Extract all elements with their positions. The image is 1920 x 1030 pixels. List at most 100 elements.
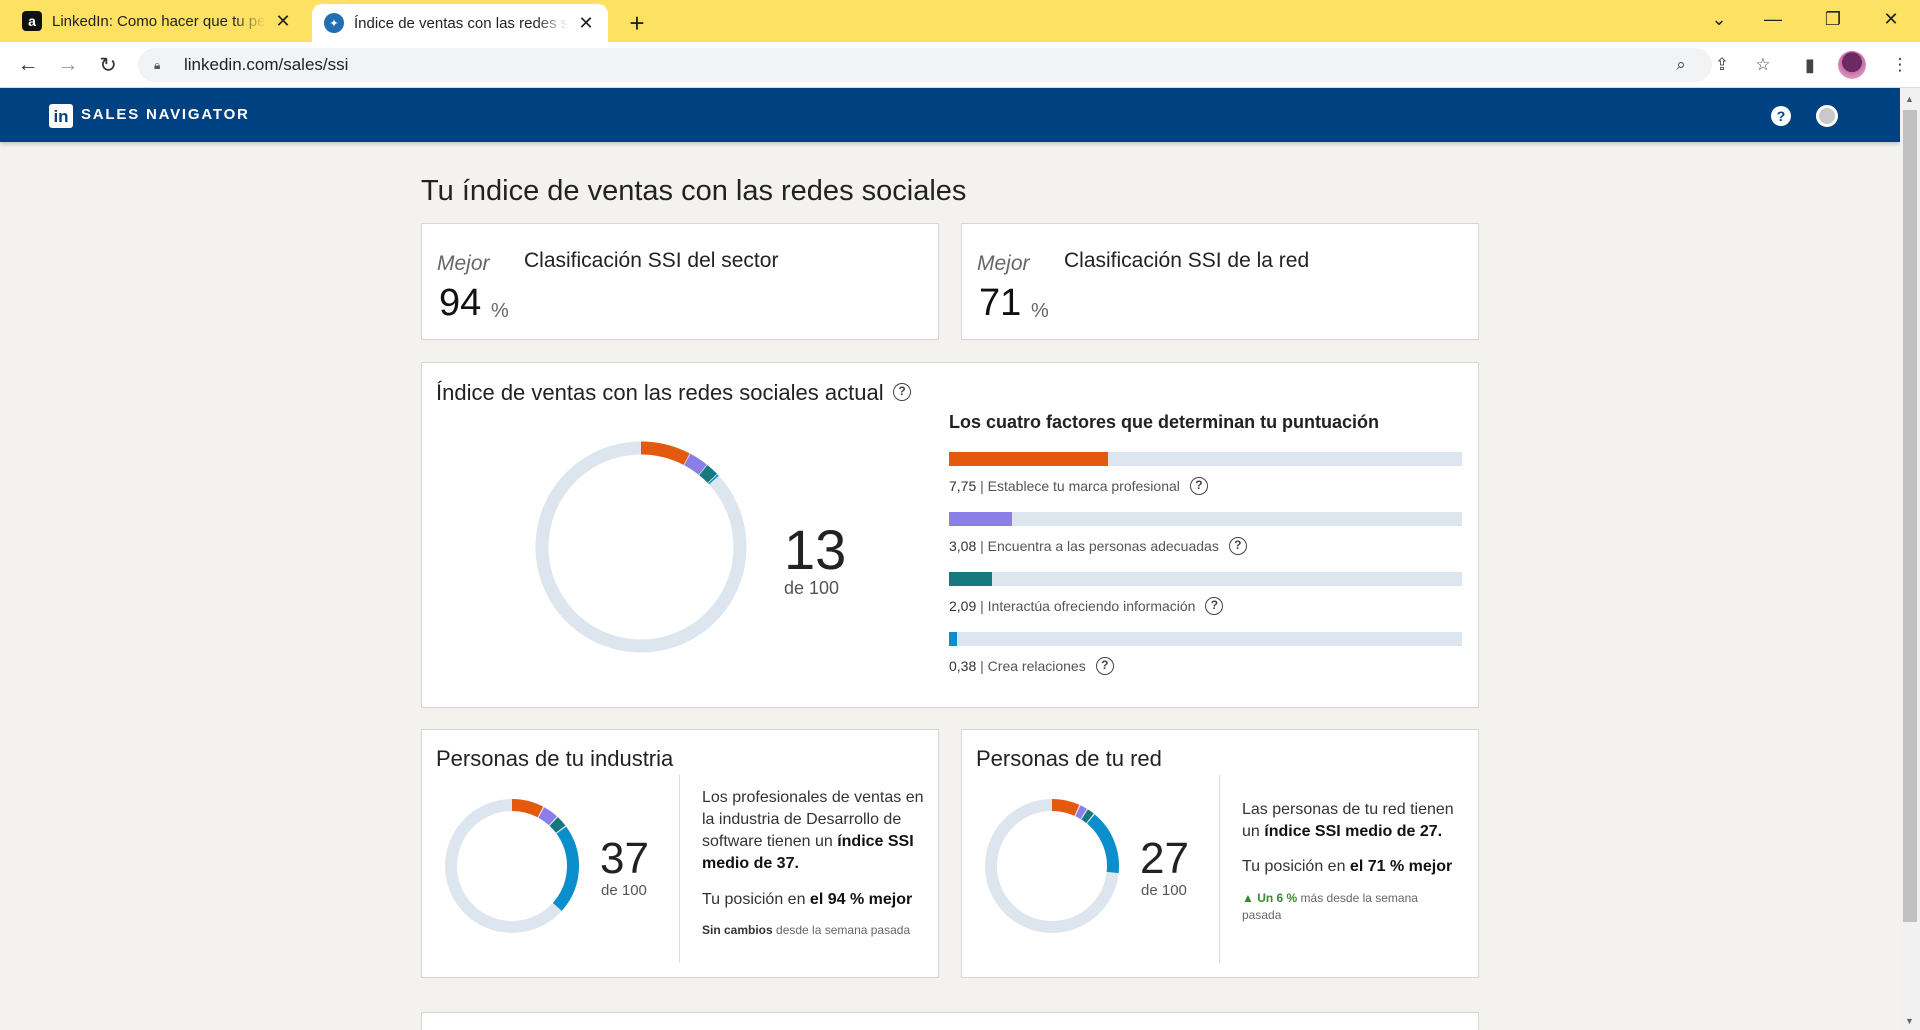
rank-prefix: Mejor [437, 252, 490, 275]
zoom-icon[interactable]: ⌕ [1667, 51, 1695, 79]
tab-strip: a LinkedIn: Como hacer que tu perfil ✕ ✦… [0, 0, 1920, 42]
tab-title: Índice de ventas con las redes sociales [354, 14, 568, 32]
industry-position: Tu posición en el 94 % mejor [702, 891, 913, 908]
factor-fill [949, 452, 1109, 466]
sales-navigator-header: in SALES NAVIGATOR ? [0, 88, 1900, 142]
factor-name: Establece tu marca profesional [987, 478, 1180, 494]
scroll-down-arrow-icon[interactable]: ▼ [1905, 1016, 1914, 1026]
factor-label-engage: 2,09 | Interactúa ofreciendo información… [949, 597, 1224, 615]
url-text: linkedin.com/sales/ssi [184, 55, 349, 74]
network-title: Personas de tu red [976, 746, 1162, 771]
factors-title: Los cuatro factores que determinan tu pu… [949, 412, 1380, 432]
donut-segment [552, 826, 579, 911]
factor-label-brand: 7,75 | Establece tu marca profesional? [949, 477, 1208, 495]
donut-segment [640, 441, 690, 465]
compass-icon: ✦ [324, 13, 344, 33]
donut-segment [684, 453, 707, 475]
factor-bar-people [949, 512, 1462, 526]
network-rank-card: Mejor Clasificación SSI de la red 71 % [961, 223, 1479, 340]
brand-name[interactable]: SALES NAVIGATOR [81, 106, 250, 123]
factor-fill [949, 632, 957, 646]
industry-donut [445, 799, 579, 933]
tab-linkedin-article[interactable]: a LinkedIn: Como hacer que tu perfil ✕ [10, 0, 305, 42]
donut-segment [1051, 799, 1080, 816]
donut-segment [708, 474, 719, 485]
factor-name: Interactúa ofreciendo información [987, 598, 1196, 614]
side-panel-icon[interactable]: ▮ [1796, 51, 1824, 79]
amazon-icon: a [22, 11, 42, 31]
current-score-of: de 100 [784, 578, 840, 598]
share-icon[interactable]: ⇪ [1708, 51, 1736, 79]
factor-fill [949, 572, 992, 586]
factor-bar-brand [949, 452, 1462, 466]
page-scrollbar[interactable]: ▲ ▼ [1900, 88, 1920, 1030]
tab-title: LinkedIn: Como hacer que tu perfil [52, 12, 265, 30]
donut-segment [549, 817, 566, 833]
new-tab-button[interactable]: + [624, 8, 650, 39]
next-card [421, 1012, 1479, 1030]
help-circle-icon[interactable]: ? [1205, 597, 1224, 615]
factor-label-people: 3,08 | Encuentra a las personas adecuada… [949, 537, 1247, 555]
industry-description: Los profesionales de ventas en la indust… [702, 789, 924, 872]
divider [1219, 775, 1220, 963]
help-icon[interactable]: ? [1771, 106, 1791, 126]
factor-value: 7,75 [949, 478, 977, 494]
close-tab-icon[interactable]: ✕ [576, 13, 596, 34]
scroll-up-arrow-icon[interactable]: ▲ [1905, 94, 1914, 104]
donut-segment [1081, 809, 1094, 823]
restore-button[interactable]: ❐ [1808, 0, 1858, 38]
help-circle-icon[interactable]: ? [1189, 477, 1208, 495]
current-ssi-donut [535, 441, 747, 653]
profile-avatar[interactable] [1838, 51, 1866, 79]
bookmark-star-icon[interactable]: ☆ [1749, 51, 1777, 79]
tab-ssi[interactable]: ✦ Índice de ventas con las redes sociale… [312, 4, 608, 42]
network-score-of: de 100 [1141, 882, 1187, 899]
donut-segment [1086, 814, 1119, 874]
factor-name: Crea relaciones [987, 658, 1086, 674]
browser-toolbar: ← → ↻ 🔒︎ linkedin.com/sales/ssi ⌕ ⇪ ☆ ▮ … [0, 42, 1920, 88]
industry-title: Personas de tu industria [436, 746, 674, 771]
factor-value: 2,09 [949, 598, 977, 614]
rank-title: Clasificación SSI del sector [524, 249, 779, 272]
industry-change: Sin cambios desde la semana pasada [702, 923, 911, 937]
help-circle-icon[interactable]: ? [1095, 657, 1114, 675]
rank-prefix: Mejor [977, 252, 1030, 275]
factor-bar-engage [949, 572, 1462, 586]
tab-search-icon[interactable]: ⌄ [1694, 0, 1744, 38]
help-circle-icon[interactable]: ? [1228, 537, 1247, 555]
factor-value: 0,38 [949, 658, 977, 674]
network-score: 27 [1140, 834, 1189, 883]
network-position: Tu posición en el 71 % mejor [1242, 858, 1453, 875]
factor-fill [949, 512, 1013, 526]
industry-score: 37 [600, 834, 649, 883]
donut-segment [538, 807, 557, 826]
current-ssi-title: Índice de ventas con las redes sociales … [436, 380, 884, 405]
divider [679, 775, 680, 963]
donut-segment [511, 799, 544, 818]
rank-unit: % [1031, 300, 1049, 322]
network-description: Las personas de tu red tienen un índice … [1242, 801, 1454, 840]
menu-kebab-icon[interactable]: ⋮ [1886, 51, 1914, 79]
page-title: Tu índice de ventas con las redes social… [421, 175, 967, 207]
sector-rank-card: Mejor Clasificación SSI del sector 94 % [421, 223, 939, 340]
close-tab-icon[interactable]: ✕ [273, 11, 293, 32]
help-circle-icon[interactable]: ? [893, 383, 911, 401]
factor-label-relationships: 0,38 | Crea relaciones? [949, 657, 1114, 675]
rank-title: Clasificación SSI de la red [1064, 249, 1310, 272]
reload-button[interactable]: ↻ [94, 51, 122, 79]
back-button[interactable]: ← [14, 51, 42, 79]
scrollbar-thumb[interactable] [1903, 110, 1917, 922]
user-avatar[interactable] [1816, 105, 1838, 127]
address-bar[interactable]: 🔒︎ linkedin.com/sales/ssi [138, 48, 1712, 82]
donut-segment [699, 464, 717, 483]
minimize-button[interactable]: — [1748, 0, 1798, 38]
lock-icon: 🔒︎ [154, 57, 161, 72]
factor-value: 3,08 [949, 538, 977, 554]
linkedin-logo[interactable]: in [49, 104, 73, 128]
close-window-button[interactable]: ✕ [1866, 0, 1916, 38]
current-score: 13 [784, 518, 847, 581]
network-donut [985, 799, 1119, 933]
forward-button[interactable]: → [54, 51, 82, 79]
rank-value: 94 [439, 282, 482, 324]
industry-score-of: de 100 [601, 882, 647, 899]
